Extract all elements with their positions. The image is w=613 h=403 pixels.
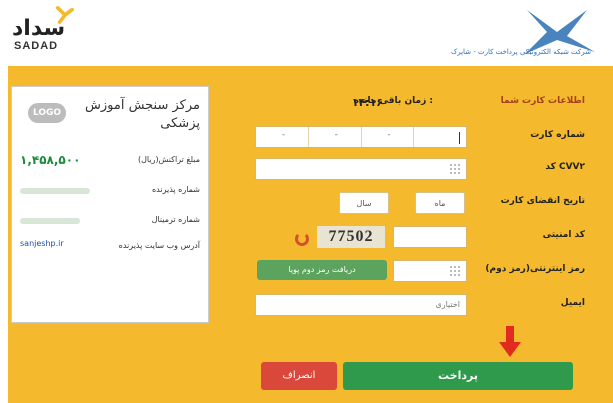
text-cursor <box>459 132 460 144</box>
sadad-brand-fa: سداد <box>12 16 66 41</box>
email-label: ایمیل <box>560 298 585 308</box>
pay-button[interactable]: پرداخت <box>343 362 573 390</box>
keypad-grid-icon[interactable] <box>450 266 460 276</box>
card-seg-4[interactable]: - <box>256 127 308 147</box>
cvv2-label: کد CVV۲ <box>545 162 585 172</box>
merchant-title: مرکز سنجش آموزش پزشکی <box>85 98 200 131</box>
arrow-down-icon <box>499 326 521 357</box>
card-number-input[interactable]: - - - <box>255 126 467 148</box>
amount-row: مبلغ تراکنش(ریال) ۱,۴۵۸,۵۰۰ <box>20 153 200 169</box>
sadad-brand-en: SADAD <box>14 40 59 52</box>
email-input[interactable]: اختیاری <box>255 294 467 316</box>
header: سداد SADAD شرکت شبکه الکترونیکی پرداخت ک… <box>0 0 613 66</box>
captcha-image: 77502 <box>317 226 385 248</box>
card-seg-1[interactable] <box>413 127 466 147</box>
merchant-no-label: شماره پذیرنده <box>151 185 200 194</box>
section-title: اطلاعات کارت شما <box>500 96 585 106</box>
cancel-button[interactable]: انصراف <box>261 362 337 390</box>
month-input[interactable]: ماه <box>415 192 465 214</box>
site-link[interactable]: sanjeshp.ir <box>20 239 64 248</box>
terminal-no-label: شماره ترمینال <box>151 215 200 224</box>
timer-value: ۱۴:۱۶ <box>351 96 383 109</box>
amount-value: ۱,۴۵۸,۵۰۰ <box>20 153 81 167</box>
site-label: آدرس وب سایت پذیرنده <box>118 241 200 250</box>
security-code-label: کد امنیتی <box>542 230 585 240</box>
card-seg-3[interactable]: - <box>307 127 361 147</box>
merchant-logo: LOGO <box>28 103 66 123</box>
shaparak-caption: شرکت شبکه الکترونیکی پرداخت کارت - شاپرک <box>450 48 591 56</box>
card-form: اطلاعات کارت شما زمان باقی مانده : ۱۴:۱۶… <box>217 84 605 403</box>
card-number-label: شماره کارت <box>530 130 585 140</box>
merchant-no-value <box>20 188 90 194</box>
merchant-no-row: شماره پذیرنده <box>20 183 200 199</box>
email-placeholder: اختیاری <box>435 300 460 309</box>
second-password-input[interactable] <box>393 260 467 282</box>
second-password-label: رمز اینترنتی(رمز دوم) <box>485 264 585 274</box>
card-seg-2[interactable]: - <box>360 127 414 147</box>
merchant-card: LOGO مرکز سنجش آموزش پزشکی مبلغ تراکنش(ر… <box>11 86 209 323</box>
security-code-input[interactable] <box>393 226 467 248</box>
refresh-icon[interactable] <box>295 232 309 246</box>
year-input[interactable]: سال <box>339 192 389 214</box>
site-row: آدرس وب سایت پذیرنده sanjeshp.ir <box>20 239 200 255</box>
payment-panel: LOGO مرکز سنجش آموزش پزشکی مبلغ تراکنش(ر… <box>8 66 613 403</box>
expiry-label: تاریخ انقضای کارت <box>500 196 585 206</box>
keypad-grid-icon[interactable] <box>450 164 460 174</box>
otp-button[interactable]: دریافت رمز دوم پویا <box>257 260 387 280</box>
terminal-no-value <box>20 218 80 224</box>
cvv2-input[interactable] <box>255 158 467 180</box>
terminal-no-row: شماره ترمینال <box>20 213 200 229</box>
amount-label: مبلغ تراکنش(ریال) <box>137 155 200 164</box>
